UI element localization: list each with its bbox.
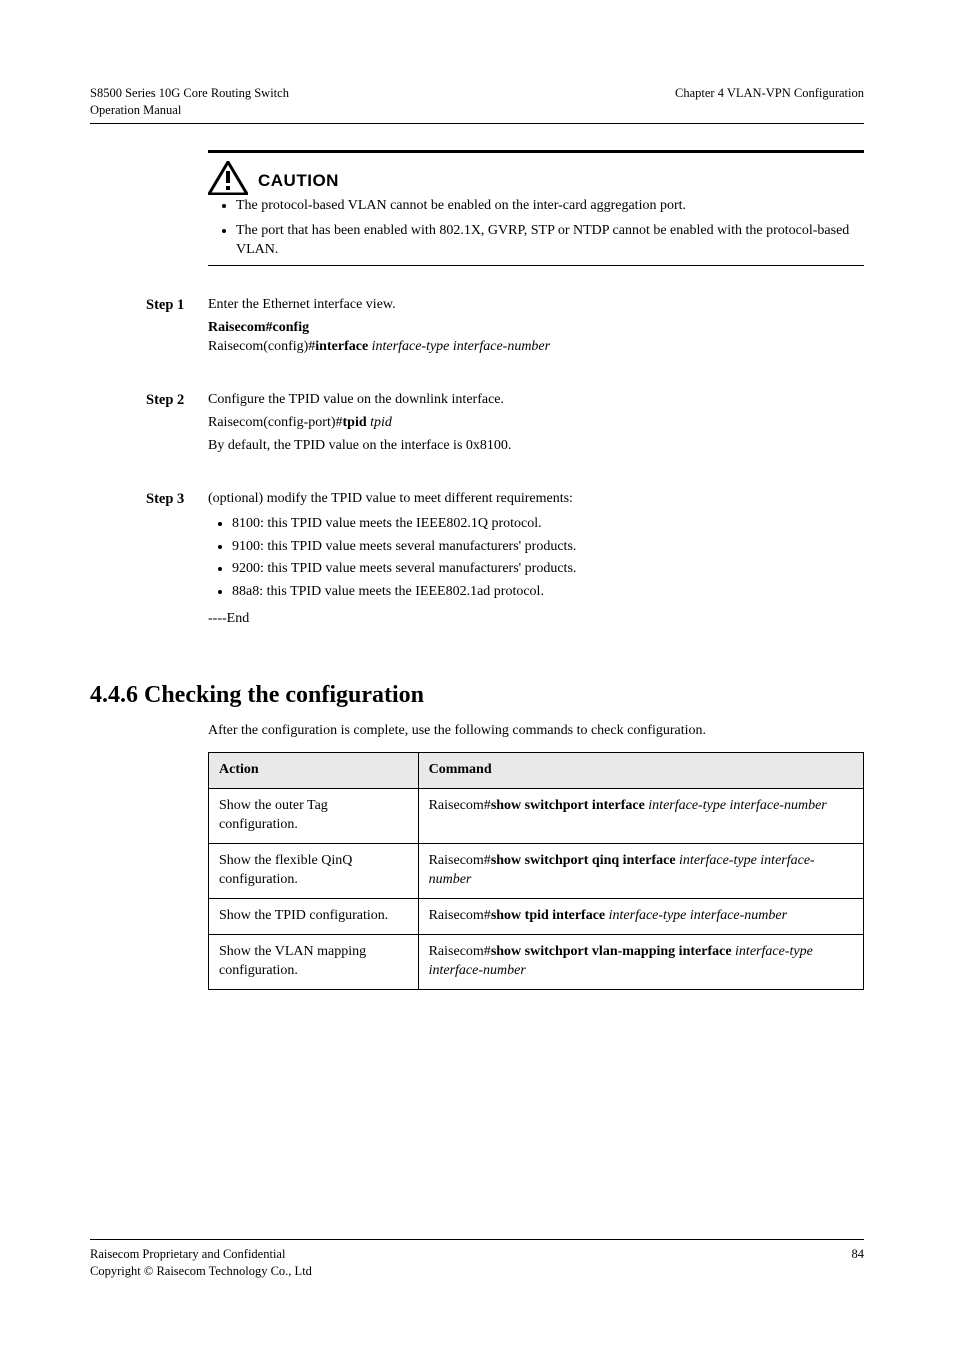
bullet-item: 8100: this TPID value meets the IEEE802.…: [232, 515, 864, 534]
header-divider: [90, 123, 864, 124]
step-title: Enter the Ethernet interface view.: [208, 296, 864, 315]
bullet-item: 9100: this TPID value meets several manu…: [232, 538, 864, 557]
step-label: Step 1: [146, 296, 208, 361]
table-row: Show the outer Tag configuration. Raisec…: [209, 789, 864, 844]
action-cell: Show the outer Tag configuration.: [209, 789, 419, 844]
step-label: Step 2: [146, 391, 208, 460]
table-header-command: Command: [418, 753, 863, 789]
caution-bottom-rule: [208, 265, 864, 266]
step-label: Step 3: [146, 490, 208, 633]
step-command: Raisecom#configRaisecom(config)#interfac…: [208, 319, 864, 357]
footer-company: Raisecom Proprietary and Confidential: [90, 1247, 285, 1261]
page-footer: Raisecom Proprietary and Confidential Co…: [90, 1239, 864, 1280]
action-cell: Show the TPID configuration.: [209, 898, 419, 934]
step-bullets: 8100: this TPID value meets the IEEE802.…: [208, 515, 864, 603]
action-cell: Show the VLAN mapping configuration.: [209, 934, 419, 989]
step-block: Step 2 Configure the TPID value on the d…: [208, 391, 864, 460]
end-marker: ----End: [208, 610, 864, 629]
header-doc-title: Operation Manual: [90, 103, 181, 117]
command-cell: Raisecom#show tpid interface interface-t…: [418, 898, 863, 934]
config-table: Action Command Show the outer Tag config…: [208, 752, 864, 989]
header-product: S8500 Series 10G Core Routing Switch: [90, 86, 289, 100]
caution-item: The protocol-based VLAN cannot be enable…: [236, 197, 864, 216]
warning-icon: [208, 161, 248, 195]
step-note: By default, the TPID value on the interf…: [208, 437, 864, 456]
command-cell: Raisecom#show switchport interface inter…: [418, 789, 863, 844]
action-cell: Show the flexible QinQ configuration.: [209, 844, 419, 899]
table-row: Show the flexible QinQ configuration. Ra…: [209, 844, 864, 899]
caution-item: The port that has been enabled with 802.…: [236, 222, 864, 260]
caution-top-rule: [208, 150, 864, 153]
footer-copyright: Copyright © Raisecom Technology Co., Ltd: [90, 1264, 312, 1278]
section-lead: After the configuration is complete, use…: [208, 722, 864, 741]
footer-page-number: 84: [852, 1246, 865, 1280]
table-row: Show the TPID configuration. Raisecom#sh…: [209, 898, 864, 934]
step-title: Configure the TPID value on the downlink…: [208, 391, 864, 410]
caution-list: The protocol-based VLAN cannot be enable…: [208, 197, 864, 260]
step-block: Step 3 (optional) modify the TPID value …: [208, 490, 864, 633]
bullet-item: 9200: this TPID value meets several manu…: [232, 560, 864, 579]
header-chapter: Chapter 4 VLAN-VPN Configuration: [675, 85, 864, 119]
command-cell: Raisecom#show switchport vlan-mapping in…: [418, 934, 863, 989]
caution-label: CAUTION: [258, 170, 339, 195]
section-heading: 4.4.6 Checking the configuration: [90, 679, 864, 711]
step-command: Raisecom(config-port)#tpid tpid: [208, 414, 864, 433]
table-header-action: Action: [209, 753, 419, 789]
command-cell: Raisecom#show switchport qinq interface …: [418, 844, 863, 899]
bullet-item: 88a8: this TPID value meets the IEEE802.…: [232, 583, 864, 602]
table-row: Show the VLAN mapping configuration. Rai…: [209, 934, 864, 989]
step-block: Step 1 Enter the Ethernet interface view…: [208, 296, 864, 361]
step-title: (optional) modify the TPID value to meet…: [208, 490, 864, 509]
footer-divider: [90, 1239, 864, 1240]
